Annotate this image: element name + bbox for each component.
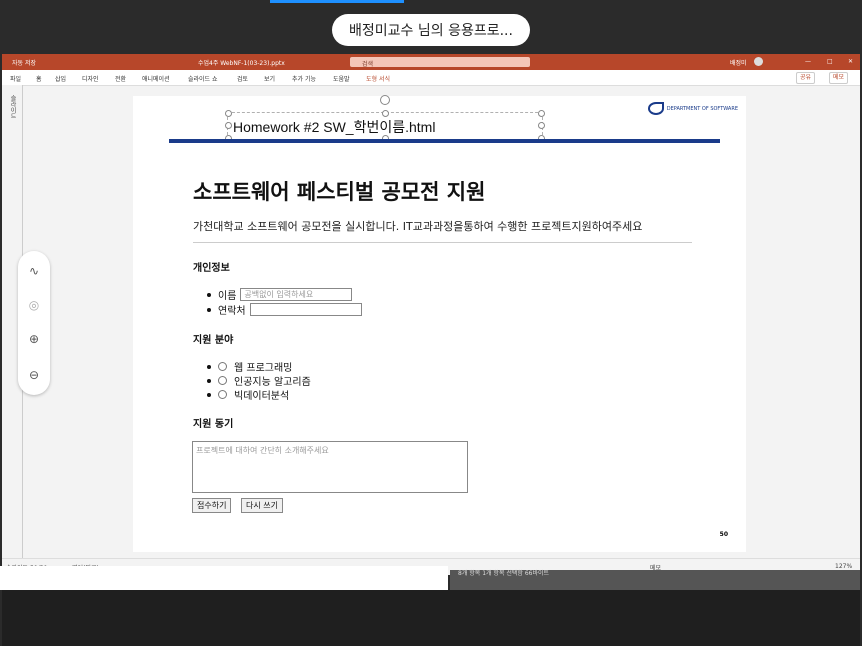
list-item: 인공지능 알고리즘 bbox=[207, 373, 311, 388]
field-label: 인공지능 알고리즘 bbox=[234, 377, 311, 388]
slide-canvas: DEPARTMENT OF SOFTWARE Homework #2 SW_학번… bbox=[133, 95, 746, 552]
title-divider bbox=[169, 139, 720, 143]
tab-design[interactable]: 디자인 bbox=[82, 74, 99, 83]
tab-file[interactable]: 파일 bbox=[10, 74, 21, 83]
tab-help[interactable]: 도움말 bbox=[333, 74, 350, 83]
bullet-icon bbox=[207, 378, 211, 383]
tab-animations[interactable]: 애니메이션 bbox=[142, 74, 170, 83]
search-label: 검색 bbox=[362, 61, 374, 68]
screen-share-label: 배정미교수 님의 응용프로... bbox=[349, 23, 513, 39]
resize-handle[interactable] bbox=[538, 122, 545, 129]
zoom-level[interactable]: 127% bbox=[835, 563, 852, 570]
resize-handle[interactable] bbox=[538, 110, 545, 117]
contact-label: 연락처 bbox=[218, 306, 246, 317]
section-personal: 개인정보 bbox=[193, 263, 230, 274]
slide-panel-label: 슬라이드 bbox=[9, 95, 16, 119]
ribbon-tabs: 파일 홈 삽입 디자인 전환 애니메이션 슬라이드 쇼 검토 보기 추가 기능 … bbox=[2, 70, 860, 86]
slide-title[interactable]: Homework #2 SW_학번이름.html bbox=[233, 117, 435, 137]
resize-handle[interactable] bbox=[382, 110, 389, 117]
user-name[interactable]: 배정미 bbox=[730, 58, 747, 67]
logo-text: DEPARTMENT OF SOFTWARE bbox=[666, 105, 738, 112]
tab-review[interactable]: 검토 bbox=[237, 74, 248, 83]
reset-button[interactable]: 다시 쓰기 bbox=[241, 498, 283, 513]
file-explorer-status: 8개 항목 1개 항목 선택함 66바이트 bbox=[450, 570, 860, 590]
bullet-icon bbox=[207, 364, 211, 369]
notes-pane[interactable] bbox=[0, 566, 448, 590]
pen-icon[interactable]: ∿ bbox=[26, 263, 42, 279]
page-heading: 소프트웨어 페스티벌 공모전 지원 bbox=[193, 180, 486, 204]
laser-icon[interactable]: ◎ bbox=[26, 297, 42, 313]
page-number: 50 bbox=[719, 531, 728, 538]
tab-addins[interactable]: 추가 기능 bbox=[292, 74, 316, 83]
explorer-status-text: 8개 항목 1개 항목 선택함 66바이트 bbox=[458, 570, 550, 577]
share-button[interactable]: 공유 bbox=[796, 72, 816, 84]
list-item: 연락처 bbox=[207, 302, 362, 317]
name-input[interactable]: 공백없이 입력하세요 bbox=[240, 288, 353, 301]
field-label: 빅데이터분석 bbox=[234, 391, 290, 402]
bullet-icon bbox=[207, 292, 211, 297]
contact-input[interactable] bbox=[249, 303, 362, 316]
rotate-handle[interactable] bbox=[380, 95, 390, 105]
resize-handle[interactable] bbox=[225, 122, 232, 129]
close-icon[interactable]: ✕ bbox=[848, 58, 853, 65]
motive-textarea[interactable]: 프로젝트에 대하여 간단히 소개해주세요 bbox=[192, 441, 468, 493]
memo-button[interactable]: 메모 bbox=[829, 72, 849, 84]
lead-text: 가천대학교 소프트웨어 공모전을 실시합니다. IT교과과정을통하여 수행한 프… bbox=[193, 220, 643, 233]
tab-shape-format[interactable]: 도형 서식 bbox=[366, 74, 390, 83]
resize-handle[interactable] bbox=[225, 110, 232, 117]
logo-icon bbox=[647, 102, 664, 115]
bullet-icon bbox=[207, 307, 211, 312]
title-bar: 자동 저장 수업4주 WebNF-1(03-23).pptx 검색 배정미 — … bbox=[2, 54, 860, 70]
section-motive: 지원 동기 bbox=[193, 419, 234, 430]
radio-web[interactable] bbox=[218, 362, 227, 371]
zoom-in-icon[interactable]: ⊕ bbox=[26, 331, 42, 347]
active-tab-indicator bbox=[270, 0, 404, 3]
autosave-label[interactable]: 자동 저장 bbox=[12, 58, 36, 67]
tab-transitions[interactable]: 전환 bbox=[115, 74, 126, 83]
field-label: 웹 프로그래밍 bbox=[234, 363, 293, 374]
radio-ai[interactable] bbox=[218, 376, 227, 385]
zoom-toolbar: ∿ ◎ ⊕ ⊖ bbox=[18, 251, 50, 395]
screen-share-pill[interactable]: 배정미교수 님의 응용프로... bbox=[332, 14, 530, 46]
taskbar-area bbox=[2, 590, 860, 646]
radio-bigdata[interactable] bbox=[218, 390, 227, 399]
tab-slideshow[interactable]: 슬라이드 쇼 bbox=[188, 74, 218, 83]
search-box[interactable]: 검색 bbox=[350, 57, 530, 68]
bullet-icon bbox=[207, 392, 211, 397]
list-item: 이름 공백없이 입력하세요 bbox=[207, 287, 353, 302]
tab-home[interactable]: 홈 bbox=[36, 74, 42, 83]
submit-button[interactable]: 접수하기 bbox=[192, 498, 232, 513]
name-label: 이름 bbox=[218, 291, 237, 302]
list-item: 웹 프로그래밍 bbox=[207, 359, 292, 374]
department-logo: DEPARTMENT OF SOFTWARE bbox=[647, 102, 738, 115]
maximize-icon[interactable]: □ bbox=[827, 58, 833, 65]
tab-view[interactable]: 보기 bbox=[264, 74, 275, 83]
tab-insert[interactable]: 삽입 bbox=[55, 74, 66, 83]
minimize-icon[interactable]: — bbox=[805, 58, 811, 65]
list-item: 빅데이터분석 bbox=[207, 387, 289, 402]
section-field: 지원 분야 bbox=[193, 335, 234, 346]
file-name: 수업4주 WebNF-1(03-23).pptx bbox=[198, 60, 285, 67]
horizontal-rule bbox=[193, 242, 692, 243]
avatar[interactable] bbox=[754, 57, 763, 66]
zoom-out-icon[interactable]: ⊖ bbox=[26, 367, 42, 383]
